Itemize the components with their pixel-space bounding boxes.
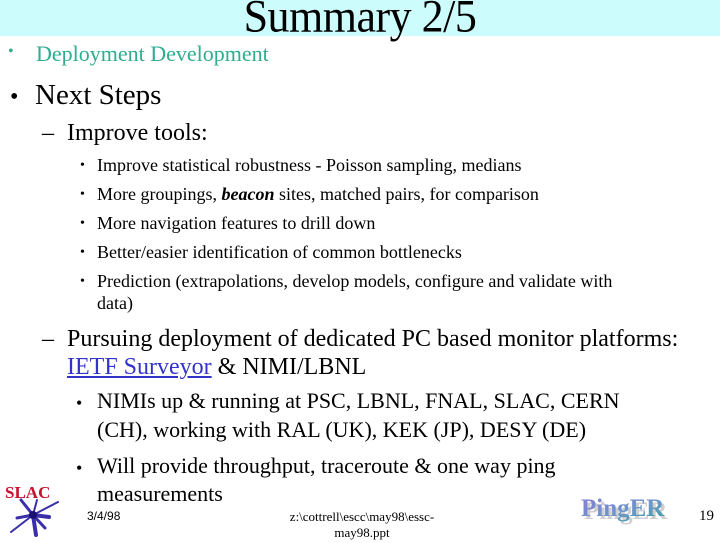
footer-path-line2: may98.ppt	[334, 525, 390, 540]
bullet-icon: •	[76, 458, 83, 478]
section-heading: Next Steps	[35, 79, 162, 111]
footer-date: 3/4/98	[87, 509, 121, 523]
list-item: NIMIs up & running at PSC, LBNL, FNAL, S…	[97, 388, 620, 413]
bullet-icon: •	[80, 158, 85, 173]
footer-file-path: z:\cottrell\escc\may98\essc- may98.ppt	[262, 509, 462, 541]
bullet-icon: •	[76, 393, 83, 413]
list-item-continuation: measurements	[97, 481, 223, 506]
bullet-icon: •	[8, 43, 14, 60]
list-item: Will provide throughput, traceroute & on…	[97, 453, 556, 478]
breadcrumb: Deployment Development	[36, 41, 269, 66]
subsection-label: Improve tools:	[67, 120, 208, 146]
subsection-label-rest: & NIMI/LBNL	[211, 354, 367, 380]
slac-logo: SLAC	[3, 480, 61, 538]
dash-icon: –	[42, 120, 54, 146]
pinger-logo: PingER PingER	[580, 493, 690, 527]
slac-logo-text: SLAC	[5, 483, 50, 502]
pinger-logo-text: PingER	[581, 495, 665, 522]
list-item: Improve statistical robustness - Poisson…	[97, 155, 522, 175]
bullet-icon: •	[10, 84, 19, 110]
slide-title: Summary 2/5	[243, 0, 477, 43]
bullet-icon: •	[80, 187, 85, 202]
list-item: More navigation features to drill down	[97, 213, 376, 233]
subsection-label-line2: IETF Surveyor & NIMI/LBNL	[67, 354, 366, 381]
footer-path-line1: z:\cottrell\escc\may98\essc-	[289, 509, 435, 524]
list-item-text: sites, matched pairs, for comparison	[274, 184, 539, 204]
ietf-surveyor-link[interactable]: IETF Surveyor	[67, 354, 212, 380]
bullet-icon: •	[80, 245, 85, 260]
starburst-icon: SLAC	[5, 483, 59, 537]
bullet-icon: •	[80, 216, 85, 231]
list-item: Better/easier identification of common b…	[97, 242, 462, 262]
list-item: More groupings, beacon sites, matched pa…	[97, 184, 539, 205]
list-item-continuation: (CH), working with RAL (UK), KEK (JP), D…	[97, 417, 587, 442]
subsection-label: Pursuing deployment of dedicated PC base…	[67, 326, 679, 352]
dash-icon: –	[42, 326, 54, 352]
bullet-icon: •	[80, 274, 85, 289]
emphasis-text: beacon	[221, 184, 275, 204]
list-item: Prediction (extrapolations, develop mode…	[97, 271, 613, 291]
list-item-text: More groupings,	[97, 184, 222, 204]
list-item-continuation: data)	[97, 293, 133, 313]
page-number: 19	[699, 508, 714, 524]
